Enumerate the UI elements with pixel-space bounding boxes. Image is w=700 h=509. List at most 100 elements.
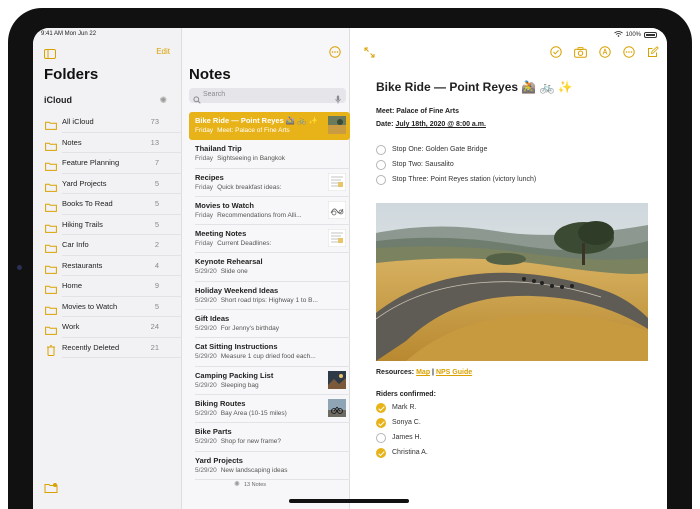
folder-name: Movies to Watch [62, 301, 118, 311]
note-list-item[interactable]: Recipes Friday Quick breakfast ideas: [189, 169, 350, 197]
date-line[interactable]: Date: July 18th, 2020 @ 8:00 a.m. [376, 121, 486, 128]
checked-circle-icon[interactable] [376, 403, 386, 413]
folder-count: 4 [154, 260, 159, 270]
folder-icon [45, 117, 57, 130]
more-options-icon[interactable] [329, 45, 341, 63]
unchecked-circle-icon[interactable] [376, 433, 386, 443]
note-list-item[interactable]: Holiday Weekend Ideas 5/29/20 Short road t… [189, 282, 350, 311]
map-link[interactable]: Map [416, 369, 430, 376]
folder-item[interactable]: Books To Read 5 [33, 194, 182, 215]
folder-item[interactable]: Feature Planning 7 [33, 153, 182, 174]
note-snippet: Quick breakfast ideas: [217, 183, 282, 191]
note-title: Movies to Watch [195, 200, 254, 210]
note-list-item[interactable]: Cat Sitting Instructions 5/29/20 Measure 1… [189, 338, 350, 367]
screen: Edit Folders iCloud ✺ All iCloud 73 Notes 1… [33, 28, 667, 509]
folder-name: Recently Deleted [62, 342, 120, 352]
note-subtitle: Friday Quick breakfast ideas: [195, 184, 281, 191]
note-list-item[interactable]: Bike Ride — Point Reyes 🚵 🚲 ✨ Friday Meet:… [189, 112, 350, 141]
checklist-text[interactable]: Stop One: Golden Gate Bridge [392, 146, 487, 153]
unchecked-circle-icon[interactable] [376, 175, 386, 185]
folder-icon [45, 179, 57, 192]
folder-count: 5 [154, 178, 159, 188]
folder-name: Home [62, 281, 83, 290]
camera-dot [17, 265, 22, 270]
note-list-item[interactable]: Keynote Rehearsal 5/29/20 Slide one [189, 253, 350, 282]
unchecked-circle-icon[interactable] [376, 145, 386, 155]
checklist-text[interactable]: James H. [392, 434, 422, 441]
note-thumbnail [327, 200, 347, 220]
search-input[interactable]: Search [189, 88, 346, 104]
note-date: Friday [195, 183, 214, 191]
checklist-text[interactable]: Mark R. [392, 404, 417, 411]
folder-count: 5 [154, 301, 159, 311]
note-snippet: Slide one [220, 268, 248, 276]
unchecked-circle-icon[interactable] [376, 160, 386, 170]
folder-item[interactable]: Yard Projects 5 [33, 174, 182, 194]
note-subtitle: 5/29/20 Slide one [195, 268, 248, 275]
folder-item[interactable]: Car Info 2 [33, 235, 182, 256]
microphone-icon[interactable] [335, 91, 341, 109]
folder-icon [45, 281, 57, 294]
folder-item[interactable]: Restaurants 4 [33, 256, 182, 276]
resources-label: Resources: [376, 369, 415, 376]
edit-button[interactable]: Edit [156, 47, 170, 56]
note-list-item[interactable]: Gift Ideas 5/29/20 For Jenny's birthday [189, 310, 350, 339]
new-folder-icon[interactable] [44, 480, 58, 498]
note-list-item[interactable]: Meeting Notes Friday Current Deadlines: [189, 225, 350, 254]
trash-icon [45, 343, 57, 356]
meet-line[interactable]: Meet: Palace of Fine Arts [376, 108, 459, 115]
folder-icon [45, 138, 57, 151]
note-list-item[interactable]: Movies to Watch Friday Recommendations fro… [189, 197, 350, 226]
folder-count: 9 [154, 281, 159, 290]
note-subtitle: Friday Sightseeing in Bangkok [195, 155, 285, 162]
note-snippet: Bay Area (10-15 miles) [220, 409, 287, 417]
home-indicator[interactable] [289, 499, 409, 503]
checklist-text[interactable]: Stop Three: Point Reyes station (victory… [392, 176, 536, 183]
folder-item[interactable]: Notes 13 [33, 133, 182, 153]
note-date: 5/29/20 [195, 466, 217, 474]
sidebar-toggle-icon[interactable] [44, 46, 56, 64]
note-list-item[interactable]: Yard Projects 5/29/20 New landscaping idea… [189, 452, 350, 480]
note-list-item[interactable]: Bike Parts 5/29/20 Shop for new frame? [189, 423, 350, 452]
folder-item[interactable]: Hiking Trails 5 [33, 215, 182, 235]
date-value[interactable]: July 18th, 2020 @ 8:00 a.m. [395, 121, 485, 128]
folder-count: 5 [154, 199, 159, 208]
folder-icon [45, 158, 57, 171]
checklist-icon[interactable] [550, 45, 562, 63]
resources-line: Resources: Map | NPS Guide [376, 369, 472, 376]
share-more-icon[interactable] [623, 45, 635, 63]
icloud-section-header[interactable]: iCloud [44, 95, 72, 105]
note-list-item[interactable]: Biking Routes 5/29/20 Bay Area (10-15 mile… [189, 395, 350, 424]
checked-circle-icon[interactable] [376, 448, 386, 458]
note-thumbnail [328, 398, 346, 417]
note-subtitle: 5/29/20 Shop for new frame? [195, 438, 281, 445]
folder-name: Car Info [62, 240, 89, 249]
folder-count: 5 [154, 219, 159, 229]
note-list-item[interactable]: Camping Packing List 5/29/20 Sleeping bag [189, 367, 350, 395]
divider [195, 478, 350, 480]
folder-item[interactable]: Recently Deleted 21 [33, 338, 182, 358]
bike-ride-photo[interactable] [376, 203, 648, 361]
checklist-text[interactable]: Christina A. [392, 449, 428, 456]
folder-item[interactable]: Work 24 [33, 317, 182, 338]
note-subtitle: 5/29/20 Measure 1 cup dried food each... [195, 353, 316, 360]
expand-icon[interactable] [364, 45, 375, 63]
note-title[interactable]: Bike Ride — Point Reyes 🚵 🚲 ✨ [376, 80, 573, 94]
note-date: 5/29/20 [195, 381, 217, 389]
checked-circle-icon[interactable] [376, 418, 386, 428]
checklist-text[interactable]: Sonya C. [392, 419, 421, 426]
camera-icon[interactable] [574, 45, 587, 63]
compose-icon[interactable] [647, 45, 659, 63]
folder-item[interactable]: All iCloud 73 [33, 112, 182, 133]
nps-guide-link[interactable]: NPS Guide [436, 369, 472, 376]
note-snippet: Shop for new frame? [220, 438, 282, 446]
editor-toolbar [550, 45, 659, 63]
folder-list: All iCloud 73 Notes 13 Feature Planning 7 Yard… [33, 112, 182, 358]
checklist-text[interactable]: Stop Two: Sausalito [392, 161, 454, 168]
note-list: Bike Ride — Point Reyes 🚵 🚲 ✨ Friday Meet:… [189, 112, 350, 480]
folder-item[interactable]: Movies to Watch 5 [33, 297, 182, 317]
note-list-item[interactable]: Thailand Trip Friday Sightseeing in Bangko… [189, 140, 350, 169]
folder-item[interactable]: Home 9 [33, 276, 182, 297]
status-right: 100% [613, 31, 657, 39]
markup-pen-icon[interactable] [599, 45, 611, 63]
